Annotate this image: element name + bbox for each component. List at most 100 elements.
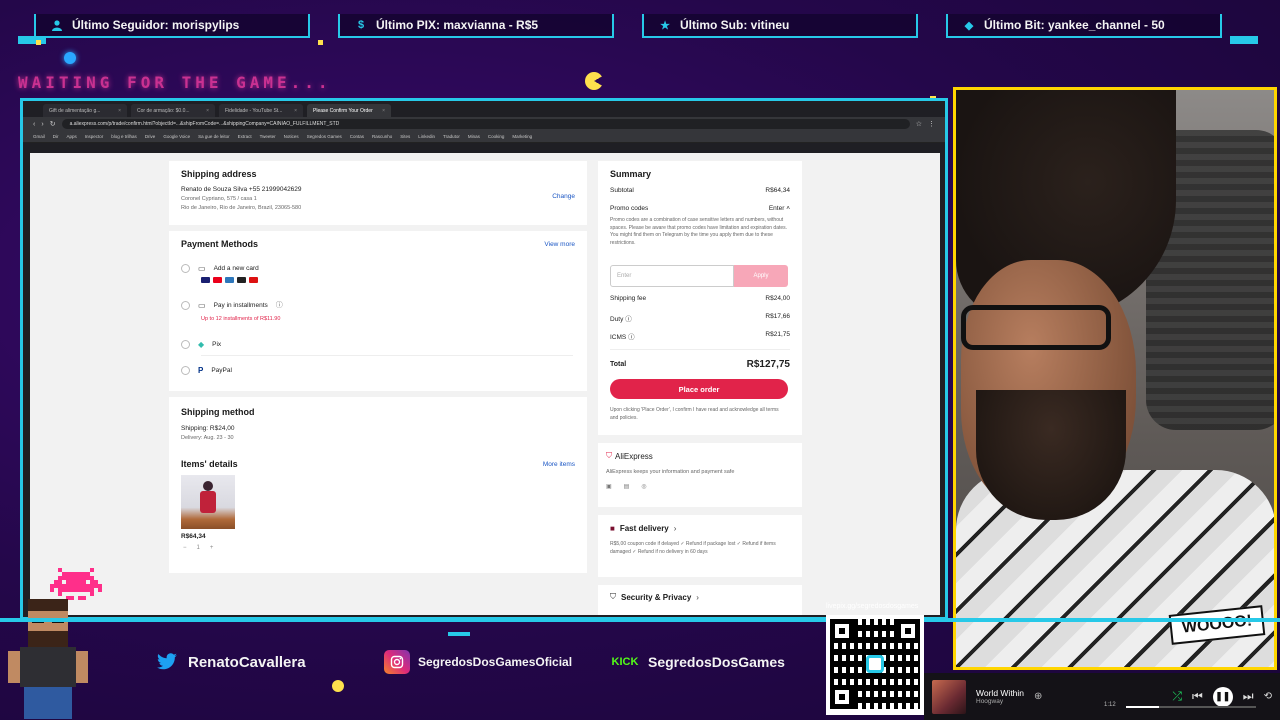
installments-option[interactable]: ▭ Pay in installments ⓘ	[181, 300, 283, 310]
bookmark[interactable]: Tradutor	[443, 134, 460, 139]
instagram-icon	[384, 650, 410, 674]
promo-code-input[interactable]: Enter	[610, 265, 734, 287]
bookmark[interactable]: Sites	[400, 134, 410, 139]
paypal-option[interactable]: P PayPal	[181, 366, 232, 375]
items-details-title: Items' details	[181, 459, 238, 469]
social-instagram[interactable]: SegredosDosGamesOficial	[372, 646, 584, 678]
change-address-link[interactable]: Change	[552, 193, 575, 200]
browser-tab[interactable]: Cor de armação: $0.0... ×	[131, 104, 215, 117]
amex-icon	[225, 277, 234, 283]
place-order-button[interactable]: Place order	[610, 379, 788, 399]
bookmark[interactable]: Tweeter	[260, 134, 276, 139]
bookmark[interactable]: Dir	[53, 134, 59, 139]
reload-icon[interactable]: ↻	[50, 120, 56, 128]
chevron-right-icon: ›	[673, 524, 677, 533]
next-icon[interactable]: ⏭	[1243, 689, 1254, 704]
previous-icon[interactable]: ⏮	[1192, 689, 1203, 704]
divider	[610, 349, 790, 350]
info-icon[interactable]: ⓘ	[276, 300, 283, 310]
radio[interactable]	[181, 300, 190, 310]
decor-dot	[36, 40, 41, 45]
kick-handle: SegredosDosGames	[648, 654, 785, 670]
bookmark[interactable]: Gmail	[33, 134, 45, 139]
bookmark[interactable]: Marketing	[512, 134, 532, 139]
bookmark[interactable]: Sa gue de leitor	[198, 134, 230, 139]
tab-label: Gift de alimentação g...	[49, 107, 101, 114]
hipercard-icon	[249, 277, 258, 283]
url-field[interactable]: a.aliexpress.com/p/trade/confirm.html?ob…	[61, 119, 910, 129]
shield-icon: ⛉	[606, 451, 612, 460]
trust-badges: ▣ ▤ ◎	[606, 483, 647, 490]
aliexpress-trust-card: ⛉ AliExpress AliExpress keeps your infor…	[598, 443, 802, 507]
chevron-right-icon: ›	[696, 592, 699, 602]
browser-tab-active[interactable]: Please Confirm Your Order ×	[307, 104, 391, 117]
bookmark[interactable]: Drive	[145, 134, 156, 139]
close-icon[interactable]: ×	[382, 108, 385, 114]
minus-icon[interactable]: −	[183, 545, 187, 551]
bookmark[interactable]: Segredos Games	[307, 134, 342, 139]
bookmark[interactable]: Cooking	[488, 134, 505, 139]
mastercard-icon	[213, 277, 222, 283]
info-icon[interactable]: ⓘ	[625, 316, 632, 323]
fast-delivery-card: ■ Fast delivery › R$5,00 coupon code if …	[598, 515, 802, 577]
shipping-cost: Shipping: R$24,00	[181, 425, 235, 432]
radio[interactable]	[181, 264, 190, 273]
bookmark[interactable]: blog e trilhas	[111, 134, 137, 139]
menu-icon[interactable]: ⋮	[928, 120, 935, 128]
social-kick[interactable]: KICK SegredosDosGames	[598, 646, 797, 678]
progress-bar[interactable]	[1126, 706, 1256, 708]
add-icon[interactable]: ⊕	[1034, 691, 1042, 702]
decor-block	[18, 36, 46, 44]
back-icon[interactable]: ‹	[33, 121, 35, 128]
browser-tab[interactable]: Fidelidade - YouTube St... ×	[219, 104, 303, 117]
shuffle-icon[interactable]: ⤮	[1172, 689, 1182, 704]
twitter-handle: RenatoCavallera	[188, 653, 306, 671]
shipping-address-title: Shipping address	[181, 169, 257, 179]
promo-toggle[interactable]: Enter ˄	[769, 205, 790, 212]
fast-delivery-header[interactable]: ■ Fast delivery ›	[610, 524, 676, 533]
qr-finder	[896, 619, 920, 643]
song-title: World Within	[976, 688, 1025, 698]
alert-last-bit: ◆ Último Bit: yankee_channel - 50	[946, 14, 1222, 38]
quantity-stepper[interactable]: − 1 +	[183, 545, 213, 551]
add-card-option[interactable]: ▭ Add a new card	[181, 264, 259, 273]
product-thumbnail[interactable]	[181, 475, 235, 529]
apply-button[interactable]: Apply	[734, 265, 788, 287]
bookmark[interactable]: Extract	[238, 134, 252, 139]
bookmark[interactable]: Google Voice	[163, 134, 190, 139]
close-icon[interactable]: ×	[118, 108, 121, 114]
star-icon[interactable]: ☆	[916, 120, 922, 128]
radio[interactable]	[181, 340, 190, 349]
close-icon[interactable]: ×	[294, 108, 297, 114]
duty-value: R$17,66	[765, 313, 790, 320]
bookmark[interactable]: Linkedin	[418, 134, 435, 139]
truck-icon: ■	[610, 524, 615, 533]
summary-card: Summary Subtotal R$64,34 Promo codes Ent…	[598, 161, 802, 435]
bookmark[interactable]: Apps	[67, 134, 77, 139]
promo-codes-row[interactable]: Promo codes Enter ˄	[610, 205, 790, 212]
pause-button[interactable]: ❚❚	[1212, 686, 1233, 707]
plus-icon[interactable]: +	[210, 545, 214, 551]
more-items-link[interactable]: More items	[543, 461, 575, 468]
security-header[interactable]: ⛉ Security & Privacy ›	[610, 592, 699, 602]
alert-label: Último PIX: maxvianna - R$5	[376, 18, 539, 32]
radio[interactable]	[181, 366, 190, 375]
bookmark[interactable]: Notices	[284, 134, 299, 139]
subtotal-row: Subtotal R$64,34	[610, 187, 790, 194]
qr-code[interactable]	[826, 615, 924, 715]
bookmark[interactable]: Inspector	[85, 134, 104, 139]
badge-icon: ▣	[606, 484, 612, 490]
info-icon[interactable]: ⓘ	[628, 334, 635, 341]
bookmark[interactable]: Rascunho	[372, 134, 392, 139]
social-twitter[interactable]: RenatoCavallera	[142, 646, 318, 678]
alert-label: Último Seguidor: morispylips	[72, 18, 240, 32]
bookmark[interactable]: Minas	[468, 134, 480, 139]
duty-label: Duty	[610, 316, 624, 323]
repeat-icon[interactable]: ⟲	[1264, 691, 1272, 702]
browser-tab[interactable]: Gift de alimentação g... ×	[43, 104, 127, 117]
pix-option[interactable]: ◆ Pix	[181, 340, 221, 349]
view-more-link[interactable]: View more	[544, 241, 575, 248]
close-icon[interactable]: ×	[206, 108, 209, 114]
forward-icon[interactable]: ›	[41, 121, 43, 128]
bookmark[interactable]: Contas	[350, 134, 364, 139]
